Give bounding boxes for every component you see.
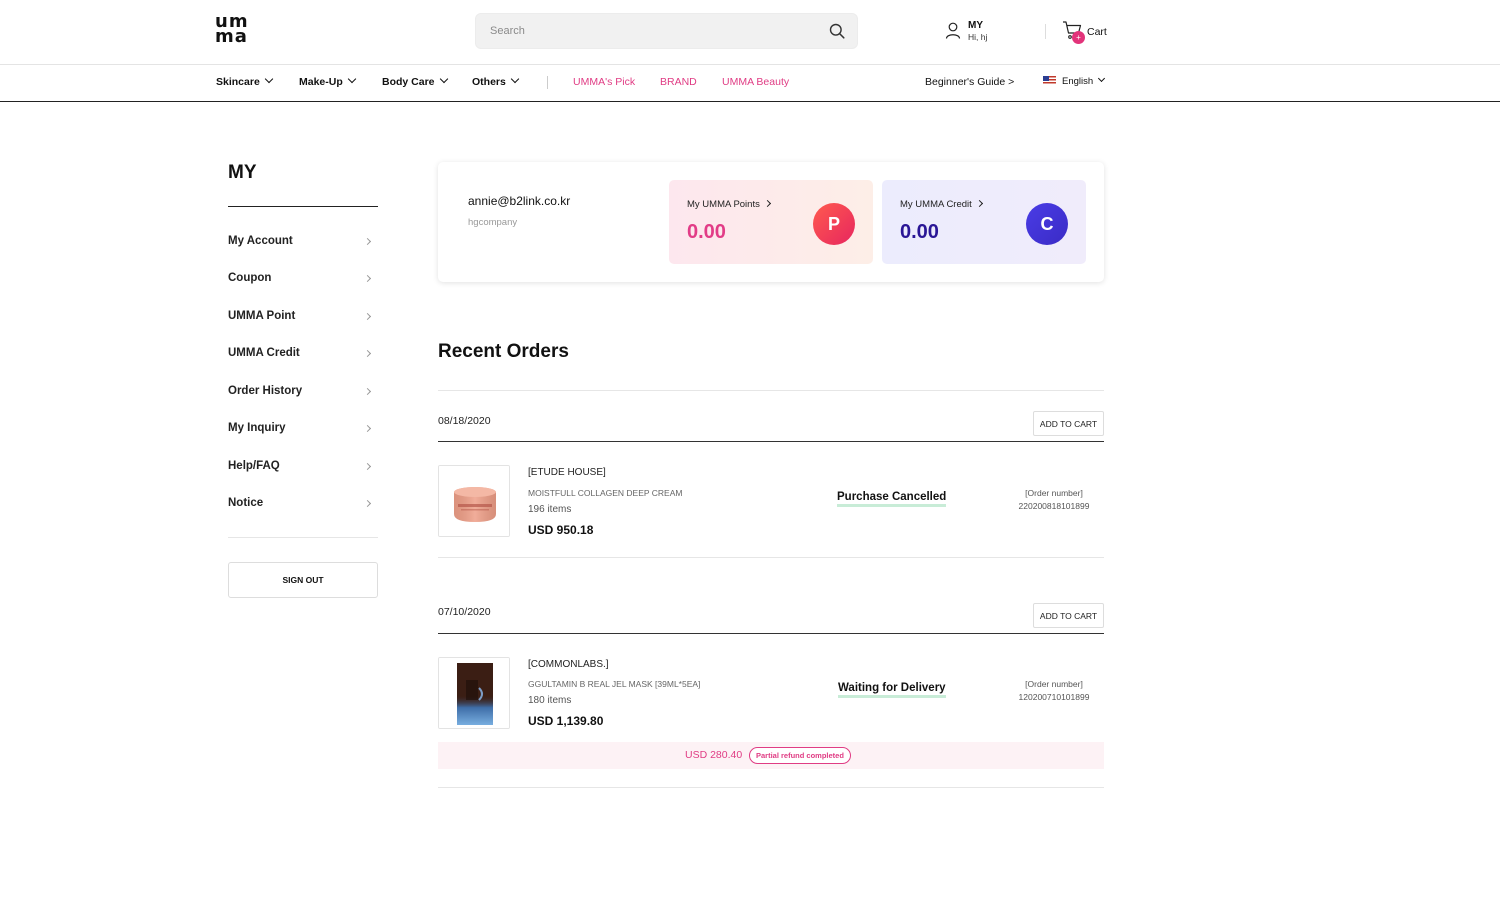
order-header-divider bbox=[438, 441, 1104, 442]
chevron-right-icon bbox=[763, 199, 771, 208]
product-thumbnail[interactable] bbox=[438, 657, 510, 729]
order-status: Purchase Cancelled bbox=[837, 491, 947, 507]
order-divider bbox=[438, 787, 1104, 788]
greeting-text: Hi, hj bbox=[968, 32, 988, 42]
chevron-right-icon bbox=[363, 387, 372, 396]
cream-jar-image bbox=[439, 466, 509, 536]
nav-ummas-pick[interactable]: UMMA's Pick bbox=[573, 76, 635, 88]
recent-orders-title: Recent Orders bbox=[438, 341, 569, 362]
points-label: My UMMA Points bbox=[687, 199, 771, 210]
order-date: 08/18/2020 bbox=[438, 415, 491, 427]
nav-umma-beauty[interactable]: UMMA Beauty bbox=[722, 76, 789, 88]
chevron-right-icon bbox=[363, 462, 372, 471]
order-number-label: [Order number] bbox=[1025, 488, 1083, 498]
nav-skincare[interactable]: Skincare bbox=[216, 74, 274, 88]
account-summary-card: annie@b2link.co.kr hgcompany My UMMA Poi… bbox=[438, 162, 1104, 282]
cart-link[interactable]: + Cart bbox=[1062, 19, 1112, 45]
chevron-down-icon bbox=[510, 74, 520, 84]
refund-info-bar: USD 280.40 Partial refund completed bbox=[438, 742, 1104, 769]
refund-status-badge: Partial refund completed bbox=[749, 747, 851, 764]
order-date: 07/10/2020 bbox=[438, 606, 491, 618]
search-input[interactable] bbox=[490, 14, 810, 48]
sidebar-item-notice[interactable]: Notice bbox=[228, 497, 376, 517]
site-header: um ma MY Hi, hj + Cart bbox=[0, 0, 1500, 65]
chevron-down-icon bbox=[347, 74, 357, 84]
my-label: MY bbox=[968, 20, 983, 31]
cart-count-badge: + bbox=[1072, 31, 1085, 44]
language-selector[interactable]: English bbox=[1043, 74, 1106, 90]
sidebar-item-umma-credit[interactable]: UMMA Credit bbox=[228, 347, 376, 367]
search-icon[interactable] bbox=[829, 23, 845, 39]
orders-divider bbox=[438, 390, 1104, 391]
account-email: annie@b2link.co.kr bbox=[468, 194, 571, 208]
mask-pack-image bbox=[439, 658, 509, 728]
sidebar-item-my-account[interactable]: My Account bbox=[228, 235, 376, 255]
credit-label: My UMMA Credit bbox=[900, 199, 983, 210]
chevron-right-icon bbox=[363, 237, 372, 246]
credit-value: 0.00 bbox=[900, 221, 939, 243]
order-quantity: 180 items bbox=[528, 695, 572, 706]
order-status: Waiting for Delivery bbox=[838, 682, 946, 698]
order-header-divider bbox=[438, 633, 1104, 634]
add-to-cart-button[interactable]: ADD TO CART bbox=[1033, 603, 1104, 628]
chevron-right-icon bbox=[363, 349, 372, 358]
nav-divider bbox=[547, 76, 548, 89]
account-company: hgcompany bbox=[468, 217, 518, 228]
cart-label: Cart bbox=[1087, 26, 1107, 38]
add-to-cart-button[interactable]: ADD TO CART bbox=[1033, 411, 1104, 436]
sidebar-item-my-inquiry[interactable]: My Inquiry bbox=[228, 422, 376, 442]
order-brand[interactable]: [COMMONLABS.] bbox=[528, 659, 609, 670]
search-bar bbox=[475, 13, 858, 49]
chevron-right-icon bbox=[363, 312, 372, 321]
sidebar-divider bbox=[228, 537, 378, 538]
credit-badge-icon: C bbox=[1026, 203, 1068, 245]
my-account-link[interactable]: MY Hi, hj bbox=[945, 19, 1005, 45]
order-divider bbox=[438, 557, 1104, 558]
chevron-down-icon bbox=[264, 74, 274, 84]
chevron-right-icon bbox=[363, 424, 372, 433]
product-thumbnail[interactable] bbox=[438, 465, 510, 537]
main-nav: Skincare Make-Up Body Care Others UMMA's… bbox=[0, 65, 1500, 102]
sidebar-item-help-faq[interactable]: Help/FAQ bbox=[228, 460, 376, 480]
order-product-name[interactable]: GGULTAMIN B REAL JEL MASK [39ML*5EA] bbox=[528, 679, 700, 689]
order-price: USD 950.18 bbox=[528, 523, 594, 537]
chevron-right-icon bbox=[363, 499, 372, 508]
sidebar-title: MY bbox=[228, 162, 257, 183]
nav-brand[interactable]: BRAND bbox=[660, 76, 697, 88]
sidebar-divider bbox=[228, 206, 378, 207]
order-number[interactable]: 220200818101899 bbox=[999, 501, 1109, 511]
umma-logo[interactable]: um ma bbox=[215, 13, 249, 46]
chevron-right-icon bbox=[363, 274, 372, 283]
order-number-label: [Order number] bbox=[1025, 679, 1083, 689]
umma-points-card[interactable]: My UMMA Points 0.00 P bbox=[669, 180, 873, 264]
nav-others[interactable]: Others bbox=[472, 74, 520, 88]
chevron-down-icon bbox=[439, 74, 448, 84]
user-icon bbox=[945, 22, 961, 39]
order-brand[interactable]: [ETUDE HOUSE] bbox=[528, 467, 606, 478]
umma-credit-card[interactable]: My UMMA Credit 0.00 C bbox=[882, 180, 1086, 264]
sidebar-item-umma-point[interactable]: UMMA Point bbox=[228, 310, 376, 330]
sign-out-button[interactable]: SIGN OUT bbox=[228, 562, 378, 598]
refund-amount: USD 280.40 bbox=[685, 749, 743, 761]
beginners-guide-link[interactable]: Beginner's Guide > bbox=[925, 76, 1014, 88]
header-divider bbox=[1045, 24, 1046, 39]
chevron-right-icon bbox=[975, 199, 983, 208]
points-badge-icon: P bbox=[813, 203, 855, 245]
nav-body-care[interactable]: Body Care bbox=[382, 74, 448, 88]
nav-make-up[interactable]: Make-Up bbox=[299, 74, 357, 88]
chevron-down-icon bbox=[1098, 74, 1106, 83]
order-number[interactable]: 120200710101899 bbox=[999, 692, 1109, 702]
sidebar-item-order-history[interactable]: Order History bbox=[228, 385, 376, 405]
order-price: USD 1,139.80 bbox=[528, 714, 604, 728]
us-flag-icon bbox=[1043, 76, 1056, 85]
sidebar-item-coupon[interactable]: Coupon bbox=[228, 272, 376, 292]
order-product-name[interactable]: MOISTFULL COLLAGEN DEEP CREAM bbox=[528, 488, 682, 498]
points-value: 0.00 bbox=[687, 221, 726, 243]
order-quantity: 196 items bbox=[528, 504, 572, 515]
